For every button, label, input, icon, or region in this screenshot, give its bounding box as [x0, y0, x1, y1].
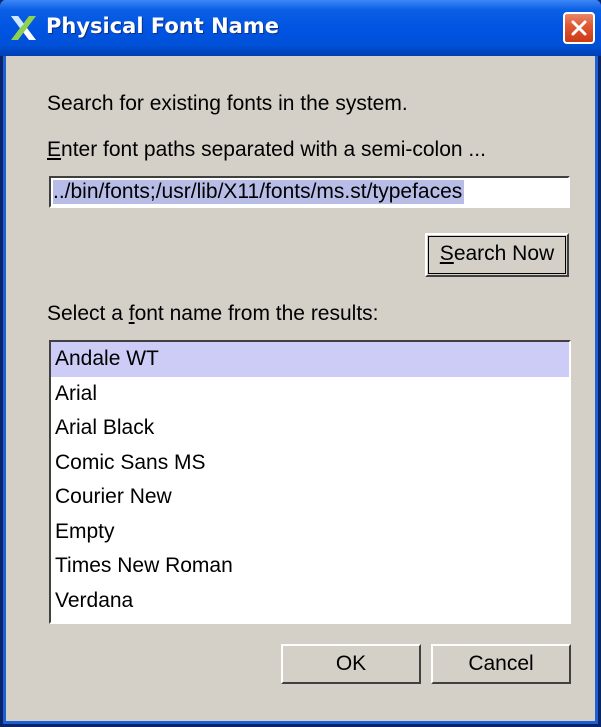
- list-item-arial-black[interactable]: Arial Black: [51, 411, 569, 446]
- cancel-button[interactable]: Cancel: [431, 644, 571, 684]
- font-paths-input-selection: ../bin/fonts;/usr/lib/X11/fonts/ms.st/ty…: [53, 180, 465, 204]
- list-item-verdana[interactable]: Verdana: [51, 584, 569, 619]
- title-bar[interactable]: Physical Font Name: [0, 0, 601, 56]
- physical-font-name-dialog: Physical Font Name Search for existing f…: [0, 0, 601, 727]
- list-item-andale-wt[interactable]: Andale WT: [51, 342, 569, 377]
- x-logo-icon: [11, 16, 36, 40]
- close-icon: [571, 20, 587, 36]
- font-paths-label-mnemonic: E: [47, 138, 62, 161]
- font-results-list[interactable]: Andale WT Arial Arial Black Comic Sans M…: [49, 340, 571, 624]
- ok-button[interactable]: OK: [281, 644, 421, 684]
- search-now-mnemonic: S: [439, 242, 454, 265]
- list-item-arial[interactable]: Arial: [51, 377, 569, 412]
- font-paths-label-text: nter font paths separated with a semi-co…: [61, 138, 486, 161]
- list-item-times-new-roman[interactable]: Times New Roman: [51, 549, 569, 584]
- search-now-button[interactable]: Search Now: [425, 233, 569, 277]
- results-label: Select a font name from the results:: [47, 302, 379, 326]
- font-paths-label: Enter font paths separated with a semi-c…: [47, 138, 486, 162]
- results-label-pre: Select a: [47, 302, 129, 325]
- list-item-comic-sans-ms[interactable]: Comic Sans MS: [51, 446, 569, 481]
- list-item-empty[interactable]: Empty: [51, 515, 569, 550]
- list-item-courier-new[interactable]: Courier New: [51, 480, 569, 515]
- close-button[interactable]: [563, 12, 595, 44]
- description-text: Search for existing fonts in the system.: [47, 92, 408, 115]
- window-title: Physical Font Name: [46, 14, 279, 38]
- search-now-label: earch Now: [453, 242, 555, 265]
- results-label-post: ont name from the results:: [134, 302, 379, 325]
